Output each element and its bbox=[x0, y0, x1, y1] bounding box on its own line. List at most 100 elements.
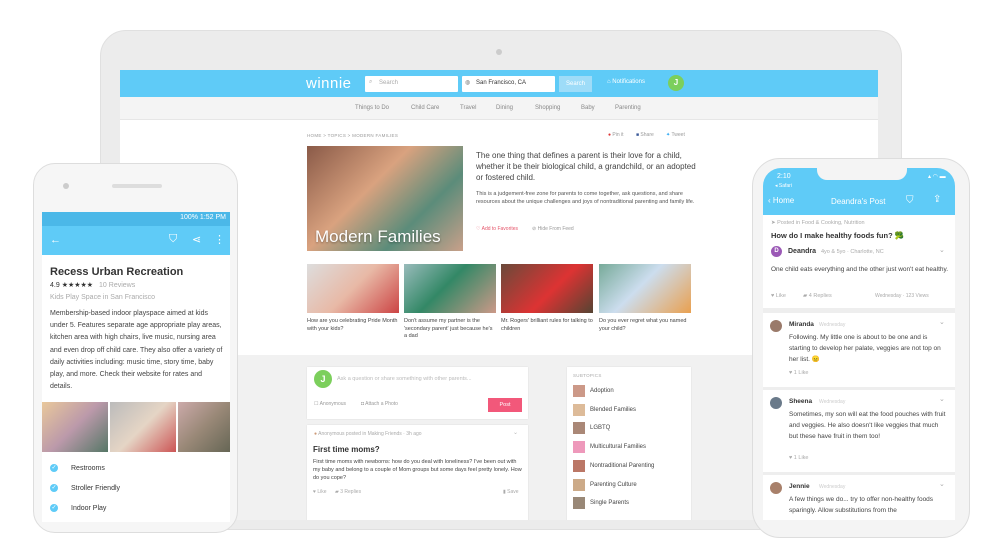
photo[interactable] bbox=[178, 402, 230, 452]
commenter-avatar[interactable] bbox=[770, 482, 782, 494]
post-question: How do I make healthy foods fun? 🥦 bbox=[771, 231, 905, 240]
lead-text: The one thing that defines a parent is t… bbox=[476, 151, 696, 182]
rating[interactable]: 4.9 ★★★★★ 10 Reviews bbox=[50, 281, 135, 289]
share-icon[interactable]: ⋖ bbox=[192, 233, 201, 246]
location-value: San Francisco, CA bbox=[476, 80, 527, 86]
subtopic-thumbnail bbox=[573, 459, 585, 472]
post-title[interactable]: First time moms? bbox=[313, 445, 380, 454]
author-avatar[interactable]: D bbox=[771, 246, 782, 257]
search-button[interactable]: Search bbox=[559, 76, 592, 92]
pin-label: Pin it bbox=[612, 132, 624, 138]
article-title[interactable]: How are you celebrating Pride Month with… bbox=[307, 318, 399, 333]
share-button[interactable]: ■ Share bbox=[636, 132, 654, 138]
subtopic-item[interactable]: Blended Families bbox=[573, 403, 636, 416]
photo[interactable] bbox=[110, 402, 176, 452]
nav-item[interactable]: Things to Do bbox=[355, 105, 389, 111]
bookmark-icon[interactable]: ⛉ bbox=[169, 233, 177, 246]
subtopic-item[interactable]: Parenting Culture bbox=[573, 478, 637, 491]
comment-like-button[interactable]: ♥ 1 Like bbox=[789, 455, 808, 461]
article-image[interactable] bbox=[501, 264, 593, 313]
search-input[interactable]: ⌕ Search bbox=[365, 76, 458, 92]
like-label: Like bbox=[775, 293, 786, 299]
notifications-link[interactable]: ⌂ Notifications bbox=[607, 79, 645, 85]
article-title[interactable]: Mr. Rogers' brilliant rules for talking … bbox=[501, 318, 593, 333]
author-name[interactable]: Deandra bbox=[788, 248, 816, 255]
bookmark-icon[interactable]: ⛉ bbox=[906, 195, 914, 206]
back-label: Home bbox=[772, 196, 795, 205]
article-title[interactable]: Don't assume my partner is the 'secondar… bbox=[404, 318, 496, 341]
feed-post[interactable]: ● Anonymous posted in Making Friends · 3… bbox=[307, 425, 528, 520]
subtopic-item[interactable]: Nontraditional Parenting bbox=[573, 459, 654, 472]
chevron-down-icon[interactable]: ⌄ bbox=[513, 429, 518, 436]
nav-item[interactable]: Dining bbox=[496, 105, 513, 111]
app-bar: ← ⛉ ⋖ ⋮ bbox=[42, 226, 230, 255]
front-camera bbox=[63, 183, 69, 189]
notch bbox=[817, 168, 907, 180]
description: This is a judgement-free zone for parent… bbox=[476, 191, 695, 205]
subtopics-panel: SUBTOPICS Adoption Blended Families LGBTQ M… bbox=[567, 367, 691, 520]
nav-item[interactable]: Baby bbox=[581, 105, 595, 111]
anonymous-checkbox[interactable]: ☐ Anonymous bbox=[314, 401, 346, 407]
comment-likes: 1 Like bbox=[793, 455, 809, 461]
article-image[interactable] bbox=[599, 264, 691, 313]
share-icon[interactable]: ⇪ bbox=[933, 194, 941, 205]
tweet-button[interactable]: ✦ Tweet bbox=[666, 132, 685, 138]
hide-feed-button[interactable]: ⊘ Hide From Feed bbox=[532, 226, 574, 232]
comment-like-button[interactable]: ♥ 1 Like bbox=[789, 370, 808, 376]
post-button[interactable]: Post bbox=[488, 398, 522, 412]
replies-label: 3 Replies bbox=[340, 489, 362, 495]
camera bbox=[496, 49, 502, 55]
attach-photo-button[interactable]: ◘ Attach a Photo bbox=[361, 401, 398, 407]
commenter-name[interactable]: Sheena bbox=[789, 398, 812, 405]
nav-item[interactable]: Parenting bbox=[615, 105, 641, 111]
logo[interactable]: winnie bbox=[306, 75, 352, 92]
commenter-avatar[interactable] bbox=[770, 397, 782, 409]
commenter-avatar[interactable] bbox=[770, 320, 782, 332]
pin-button[interactable]: ● Pin it bbox=[608, 132, 624, 138]
comment: Sheena Wednesday ⌄ Sometimes, my son wil… bbox=[763, 390, 955, 472]
more-icon[interactable]: ⋮ bbox=[214, 233, 225, 246]
save-button[interactable]: ▮ Save bbox=[503, 489, 519, 495]
chevron-down-icon[interactable]: ⌄ bbox=[939, 318, 945, 326]
subtopic-item[interactable]: Multicultural Families bbox=[573, 441, 646, 454]
subtopic-item[interactable]: LGBTQ bbox=[573, 422, 610, 435]
home-back-button[interactable]: ‹ Home bbox=[768, 196, 794, 205]
chevron-down-icon[interactable]: ⌄ bbox=[939, 395, 945, 403]
photo[interactable] bbox=[42, 402, 108, 452]
check-circle-icon: ✓ bbox=[50, 484, 58, 492]
category-nav: Things to Do Child Care Travel Dining Sh… bbox=[120, 97, 878, 120]
reviews-link[interactable]: 10 Reviews bbox=[99, 282, 135, 289]
subtopic-thumbnail bbox=[573, 403, 585, 416]
article-image[interactable] bbox=[404, 264, 496, 313]
location-input[interactable]: ◍ San Francisco, CA bbox=[462, 76, 555, 92]
nav-item[interactable]: Shopping bbox=[535, 105, 560, 111]
avatar[interactable]: J bbox=[668, 75, 684, 91]
like-button[interactable]: ♥ Like bbox=[313, 489, 327, 495]
nav-item[interactable]: Travel bbox=[460, 105, 476, 111]
comment-text: Sometimes, my son will eat the food pouc… bbox=[789, 411, 946, 440]
subtopic-item[interactable]: Adoption bbox=[573, 385, 614, 397]
like-button[interactable]: ♥ Like bbox=[771, 293, 786, 299]
chevron-down-icon[interactable]: ⌄ bbox=[939, 480, 945, 488]
article-image[interactable] bbox=[307, 264, 399, 313]
composer-input[interactable]: Ask a question or share something with o… bbox=[337, 376, 472, 382]
add-favorites-button[interactable]: ♡ Add to Favorites bbox=[476, 226, 518, 232]
replies-button[interactable]: ▰ 3 Replies bbox=[335, 489, 361, 495]
post-stats: Wednesday · 123 Views bbox=[875, 293, 929, 299]
subtopic-item[interactable]: Single Parents bbox=[573, 497, 629, 510]
check-circle-icon: ✓ bbox=[50, 464, 58, 472]
subtopic-thumbnail bbox=[573, 441, 585, 454]
posted-in-text[interactable]: Posted in Food & Cooking, Nutrition bbox=[777, 220, 864, 226]
breadcrumb[interactable]: HOME > TOPICS > MODERN FAMILIES bbox=[307, 133, 398, 138]
nav-item[interactable]: Child Care bbox=[411, 105, 439, 111]
back-arrow-icon[interactable]: ← bbox=[50, 234, 61, 246]
amenity-label: Indoor Play bbox=[71, 504, 107, 512]
chevron-down-icon[interactable]: ⌄ bbox=[939, 246, 945, 254]
commenter-name[interactable]: Miranda bbox=[789, 321, 814, 328]
add-favorites-label: Add to Favorites bbox=[481, 226, 519, 232]
anonymous-label: Anonymous bbox=[319, 401, 347, 407]
replies-button[interactable]: ▰ 4 Replies bbox=[803, 293, 832, 299]
article-title[interactable]: Do you ever regret what you named your c… bbox=[599, 318, 691, 333]
commenter-name[interactable]: Jennie bbox=[789, 483, 810, 490]
back-to-safari[interactable]: ◂ Safari bbox=[775, 183, 792, 189]
